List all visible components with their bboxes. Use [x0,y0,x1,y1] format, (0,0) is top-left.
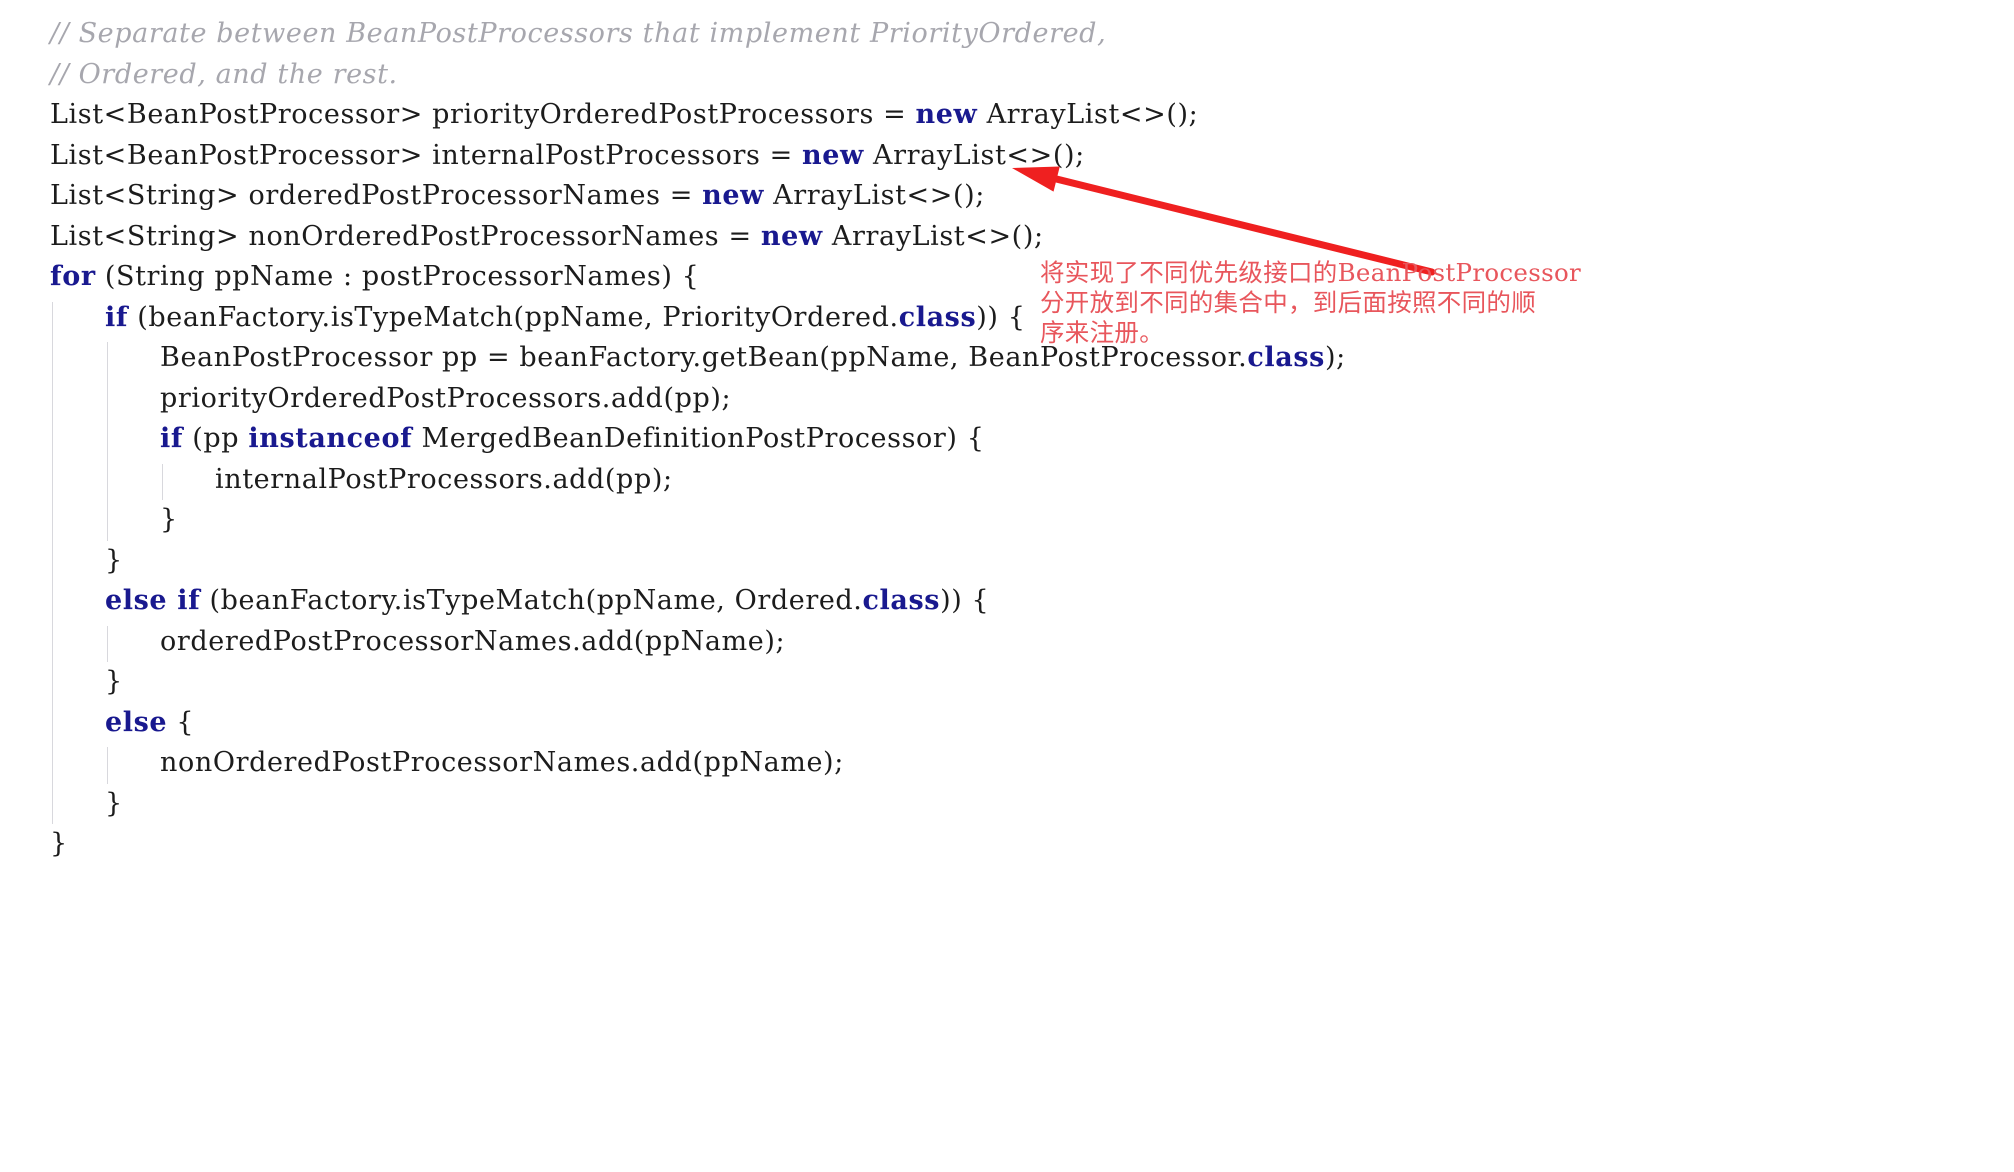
indent-guide [107,342,108,541]
code-token-plain: (pp [183,423,249,454]
code-line: } [50,824,1350,865]
code-line: List<String> nonOrderedPostProcessorName… [50,217,1350,258]
code-token-plain: ArrayList<>(); [764,180,985,211]
code-line: nonOrderedPostProcessorNames.add(ppName)… [50,743,1350,784]
code-token-keyword: if [105,301,129,333]
code-line: List<BeanPostProcessor> internalPostProc… [50,136,1350,177]
code-line: // Separate between BeanPostProcessors t… [50,14,1350,55]
code-token-plain: ArrayList<>(); [977,99,1199,130]
code-token-plain: ArrayList<>(); [863,139,1085,171]
code-token-keyword: instanceof [248,423,413,454]
code-token-plain: nonOrderedPostProcessorNames.add(ppName)… [160,747,844,778]
code-token-plain: ArrayList<>(); [822,220,1044,252]
code-token-plain: { [167,706,195,738]
code-token-plain: List<BeanPostProcessor> internalPostProc… [50,139,803,171]
code-token-plain: )) { [940,585,990,616]
code-line: List<BeanPostProcessor> priorityOrderedP… [50,95,1350,136]
code-token-plain: (String ppName : postProcessorNames) { [95,261,700,292]
code-line: } [50,541,1350,582]
code-listing: // Separate between BeanPostProcessors t… [50,14,1350,865]
code-token-keyword: class [862,585,941,616]
code-line: else if (beanFactory.isTypeMatch(ppName,… [50,581,1350,622]
code-token-plain: List<String> orderedPostProcessorNames = [50,180,703,211]
indent-guide [52,301,53,824]
annotation-line: 分开放到不同的集合中，到后面按照不同的顺 [1040,288,1536,317]
code-token-plain: priorityOrderedPostProcessors.add(pp); [160,382,732,414]
annotation-line: 将实现了不同优先级接口的BeanPostProcessor [1040,258,1582,287]
code-token-plain: } [50,828,68,859]
code-line: if (pp instanceof MergedBeanDefinitionPo… [50,419,1350,460]
code-line: internalPostProcessors.add(pp); [50,460,1350,501]
code-token-plain: } [105,666,123,697]
code-line: orderedPostProcessorNames.add(ppName); [50,622,1350,663]
code-token-comment: // Separate between BeanPostProcessors t… [50,18,1107,49]
code-token-plain: } [105,787,123,819]
code-line: } [50,784,1350,825]
code-line: // Ordered, and the rest. [50,55,1350,96]
code-token-keyword: new [702,180,764,211]
code-screenshot-canvas: // Separate between BeanPostProcessors t… [0,0,2014,1172]
indent-guide [162,463,163,500]
code-token-plain: (beanFactory.isTypeMatch(ppName, Ordered… [200,585,863,616]
code-token-keyword: if [160,423,184,454]
code-token-plain: MergedBeanDefinitionPostProcessor) { [412,423,985,454]
indent-guide [107,747,108,784]
code-token-keyword: new [802,139,864,171]
code-token-plain: } [105,544,123,576]
code-token-keyword: class [898,301,977,333]
chinese-annotation-text: 将实现了不同优先级接口的BeanPostProcessor 分开放到不同的集合中，… [1040,258,1582,348]
code-token-plain: internalPostProcessors.add(pp); [215,463,673,495]
code-token-keyword: else [105,706,168,738]
code-line: else { [50,703,1350,744]
code-token-keyword: else if [105,585,201,616]
code-token-keyword: new [760,220,823,252]
code-token-comment: // Ordered, and the rest. [50,58,398,90]
annotation-line: 序来注册。 [1040,318,1164,347]
code-line: List<String> orderedPostProcessorNames =… [50,176,1350,217]
code-line: priorityOrderedPostProcessors.add(pp); [50,379,1350,420]
code-token-plain: } [160,504,178,535]
code-token-plain: orderedPostProcessorNames.add(ppName); [160,625,786,657]
code-token-plain: List<BeanPostProcessor> priorityOrderedP… [50,99,916,130]
code-line: } [50,500,1350,541]
indent-guide [107,625,108,662]
code-token-plain: List<String> nonOrderedPostProcessorName… [50,220,761,252]
code-token-keyword: new [915,99,978,130]
code-line: } [50,662,1350,703]
code-token-plain: )) { [976,301,1026,333]
code-token-plain: (beanFactory.isTypeMatch(ppName, Priorit… [128,301,899,333]
code-token-keyword: for [50,261,96,292]
